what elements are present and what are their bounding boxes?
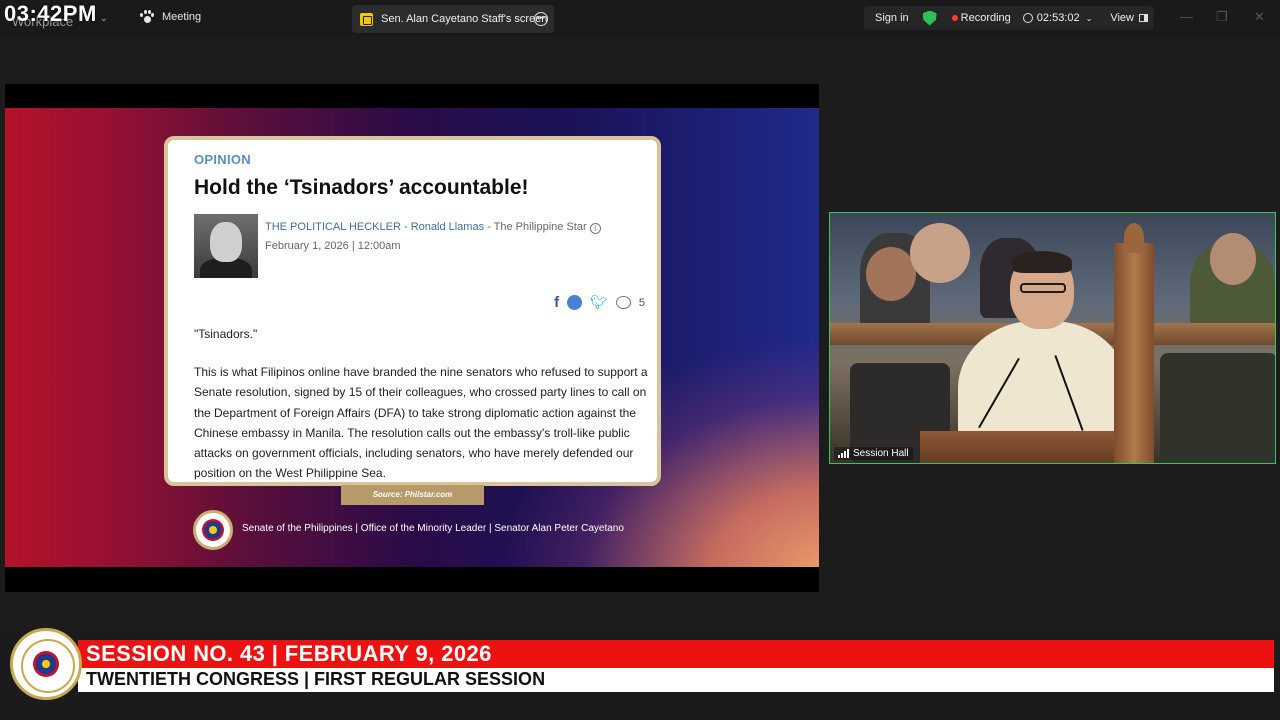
meeting-status-bar: Sign in Recording 02:53:02 ⌄ View [864,6,1154,30]
source-tag: Source: Philstar.com [341,485,484,505]
article-date: February 1, 2026 | 12:00am [265,240,401,252]
close-button[interactable]: ✕ [1254,9,1265,25]
video-background-person [910,223,970,283]
more-options-icon[interactable]: ••• [534,12,548,26]
article-body: This is what Filipinos online have brand… [194,365,648,481]
screen-share-icon [360,12,373,26]
speaker-glasses [1020,283,1066,293]
session-title: SESSION NO. 43 | FEBRUARY 9, 2026 [86,641,492,666]
chevron-down-icon[interactable]: ⌄ [100,13,108,24]
facebook-icon: f [554,294,560,311]
screen-share-tab[interactable]: Sen. Alan Cayetano Staff's screen ••• [352,5,554,33]
speaker-video-tile[interactable]: Session Hall [829,212,1276,464]
article-byline: THE POLITICAL HECKLER - Ronald Llamas - … [265,221,601,234]
column-name: THE POLITICAL HECKLER [265,221,401,233]
screen-share-label: Sen. Alan Cayetano Staff's screen [381,13,548,25]
meeting-topbar: Workplace ⌄ Meeting Sen. Alan Cayetano S… [0,0,1280,36]
info-icon: i [589,223,601,234]
view-button[interactable]: View [1110,12,1134,24]
maximize-button[interactable]: ❐ [1216,9,1228,25]
social-share-bar: f 🐦︎ 5 [554,294,645,311]
publication-name: The Philippine Star [493,221,587,233]
comment-icon [615,296,631,309]
session-subtitle: TWENTIETH CONGRESS | FIRST REGULAR SESSI… [86,669,546,689]
chevron-down-icon[interactable]: ⌄ [1086,14,1093,23]
overlay-clock: 03:42PM [4,1,97,26]
clock-icon [1022,13,1033,23]
paw-icon [140,10,154,24]
article-quote: "Tsinadors." [194,327,258,341]
article-card: OPINION Hold the ‘Tsinadors’ accountable… [164,136,661,486]
signal-bars-icon [838,449,849,458]
video-background-person [866,247,916,301]
author-name: Ronald Llamas [410,221,485,233]
podium-post-finial [1124,223,1144,253]
article-section: OPINION [194,152,251,167]
podium-post [1114,243,1154,463]
participant-name: Session Hall [853,448,909,459]
slide-footer: Senate of the Philippines | Office of th… [242,523,624,534]
minority-leader-logo [193,510,233,550]
twitter-icon: 🐦︎ [590,294,608,310]
speaker-hair [1012,251,1072,273]
messenger-icon [567,295,583,310]
meeting-menu[interactable]: Meeting [140,10,201,24]
recording-timer[interactable]: 02:53:02 [1037,12,1080,24]
minimize-button[interactable]: — [1180,9,1193,24]
sign-in-button[interactable]: Sign in [875,12,909,24]
video-background-person [1210,233,1256,285]
video-seat [1160,353,1275,463]
shield-check-icon[interactable] [922,10,937,26]
article-headline: Hold the ‘Tsinadors’ accountable! [194,176,529,199]
meeting-label: Meeting [162,11,202,23]
recording-label: Recording [960,12,1011,24]
view-layout-icon[interactable] [1138,14,1148,22]
video-name-label: Session Hall [834,447,913,460]
senate-seal-logo [10,628,82,700]
author-photo [194,214,258,278]
recording-dot-icon [951,15,958,21]
comment-count: 5 [638,296,645,309]
